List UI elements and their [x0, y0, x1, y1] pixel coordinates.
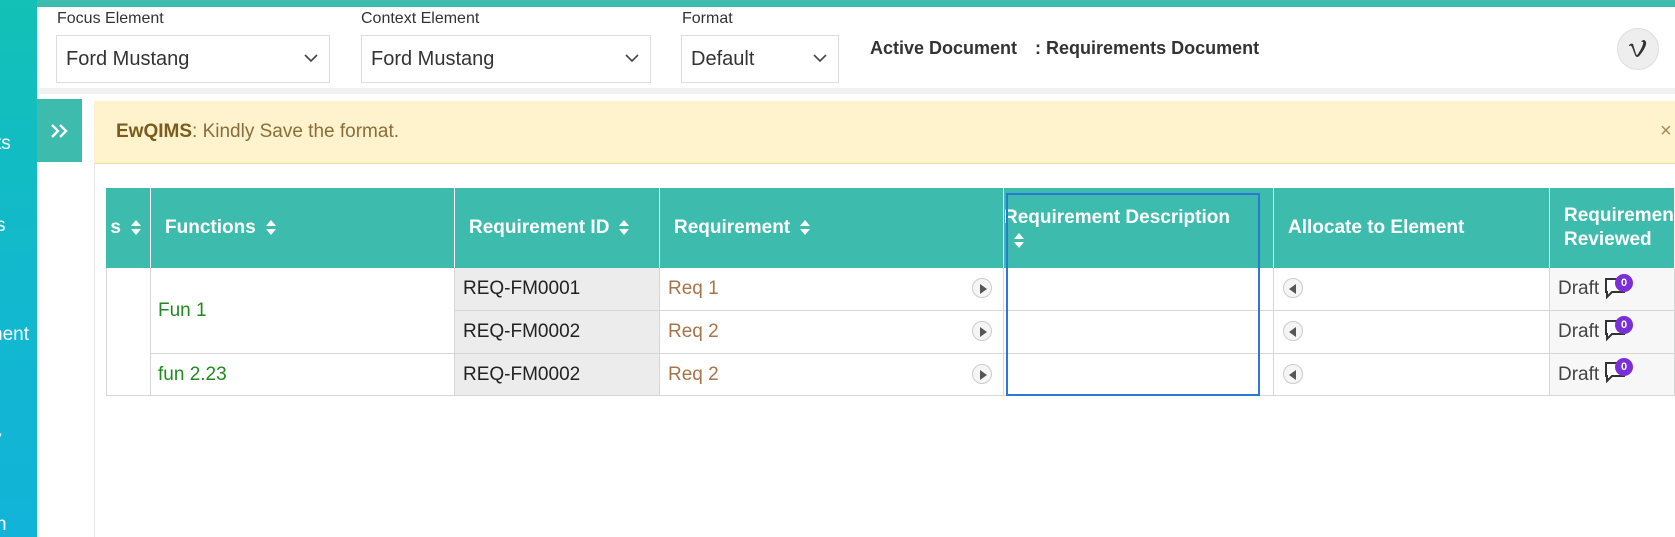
sidebar-item-3[interactable]: nent — [0, 324, 29, 346]
format-label: Format — [682, 10, 733, 27]
requirement-cell[interactable]: Req 2 — [660, 354, 1004, 396]
active-document-value: : Requirements Document — [1035, 38, 1260, 58]
comment-count-badge: 0 — [1615, 358, 1633, 376]
column-header-requirement-description-label: Requirement Description — [1004, 207, 1230, 228]
column-header-reviewed-label: Requiremen Reviewed — [1564, 205, 1674, 250]
status-text: Draft — [1558, 363, 1600, 385]
requirement-description-cell[interactable] — [1004, 311, 1274, 354]
requirement-description-cell[interactable] — [1004, 354, 1274, 396]
sort-icon — [1014, 233, 1025, 249]
sort-icon — [800, 220, 811, 236]
allocate-cell[interactable] — [1274, 268, 1550, 311]
sort-icon — [265, 220, 277, 236]
column-header-partial[interactable]: s — [106, 188, 151, 268]
status-text: Draft — [1558, 278, 1600, 299]
function-cell[interactable]: fun 2.23 — [151, 354, 455, 396]
requirement-id-cell: REQ-FM0002 — [455, 311, 660, 354]
expand-right-icon[interactable] — [972, 321, 992, 341]
chevron-down-icon — [304, 54, 318, 63]
double-chevron-right-icon — [50, 123, 68, 138]
format-value: Default — [691, 47, 755, 70]
vimeo-button[interactable] — [1617, 28, 1659, 70]
comment-count-badge: 0 — [1615, 274, 1633, 292]
sidebar-item-4[interactable]: y — [0, 428, 2, 450]
partial-cell — [106, 268, 151, 396]
focus-element-label: Focus Element — [57, 10, 164, 27]
allocate-cell[interactable] — [1274, 311, 1550, 354]
sort-icon — [619, 220, 630, 236]
expand-sidebar-button[interactable] — [37, 99, 82, 162]
comment-count-badge: 0 — [1615, 316, 1633, 334]
requirement-description-cell[interactable] — [1004, 268, 1274, 311]
collapse-left-icon[interactable] — [1283, 278, 1303, 298]
top-accent-bar — [0, 0, 1675, 7]
column-header-requirement[interactable]: Requirement — [660, 188, 1004, 268]
collapse-left-icon[interactable] — [1283, 321, 1303, 341]
alert-message: : Kindly Save the format. — [192, 121, 400, 142]
column-header-requirement-description[interactable]: Requirement Description — [1004, 188, 1274, 268]
sidebar-item-5[interactable]: n — [0, 514, 7, 536]
chevron-down-icon — [813, 54, 827, 63]
column-header-allocate-label: Allocate to Element — [1288, 217, 1465, 238]
sidebar-item-2[interactable]: s — [0, 215, 6, 237]
requirement-id-cell: REQ-FM0002 — [455, 354, 660, 396]
focus-element-select[interactable]: Ford Mustang — [56, 35, 330, 83]
column-header-requirement-id-label: Requirement ID — [469, 217, 610, 238]
context-element-value: Ford Mustang — [371, 47, 495, 70]
context-element-select[interactable]: Ford Mustang — [361, 35, 651, 83]
vimeo-icon — [1629, 40, 1647, 57]
column-header-partial-label: s — [110, 217, 121, 238]
function-cell[interactable]: Fun 1 — [151, 268, 455, 354]
expand-right-icon[interactable] — [972, 364, 992, 384]
left-sidebar: ts s nent y n — [0, 0, 37, 537]
column-header-requirement-label: Requirement — [674, 217, 791, 238]
allocate-cell[interactable] — [1274, 354, 1550, 396]
requirement-cell[interactable]: Req 1 — [660, 268, 1004, 311]
column-header-requirement-reviewed[interactable]: Requiremen Reviewed — [1550, 188, 1675, 268]
alert-brand: EwQIMS — [116, 121, 193, 142]
alert-close-button[interactable]: × — [1660, 120, 1672, 143]
requirement-id-cell: REQ-FM0001 — [455, 268, 660, 311]
sidebar-item-1[interactable]: ts — [0, 133, 11, 155]
active-document-label: Active Document — [870, 38, 1018, 58]
active-document: Active Document : Requirements Document — [870, 38, 1259, 59]
chevron-down-icon — [625, 54, 639, 63]
column-header-allocate-to-element[interactable]: Allocate to Element — [1274, 188, 1550, 268]
column-header-requirement-id[interactable]: Requirement ID — [455, 188, 660, 268]
requirement-cell[interactable]: Req 2 — [660, 311, 1004, 354]
alert-banner: EwQIMS : Kindly Save the format. — [94, 101, 1675, 164]
sort-icon — [131, 220, 142, 236]
column-header-functions[interactable]: Functions — [151, 188, 455, 268]
column-header-functions-label: Functions — [165, 217, 256, 238]
header-divider — [37, 88, 1675, 94]
context-element-label: Context Element — [361, 10, 480, 27]
format-select[interactable]: Default — [681, 35, 839, 83]
expand-right-icon[interactable] — [972, 278, 992, 298]
collapse-left-icon[interactable] — [1283, 364, 1303, 384]
status-text: Draft — [1558, 321, 1600, 342]
focus-element-value: Ford Mustang — [66, 47, 190, 70]
